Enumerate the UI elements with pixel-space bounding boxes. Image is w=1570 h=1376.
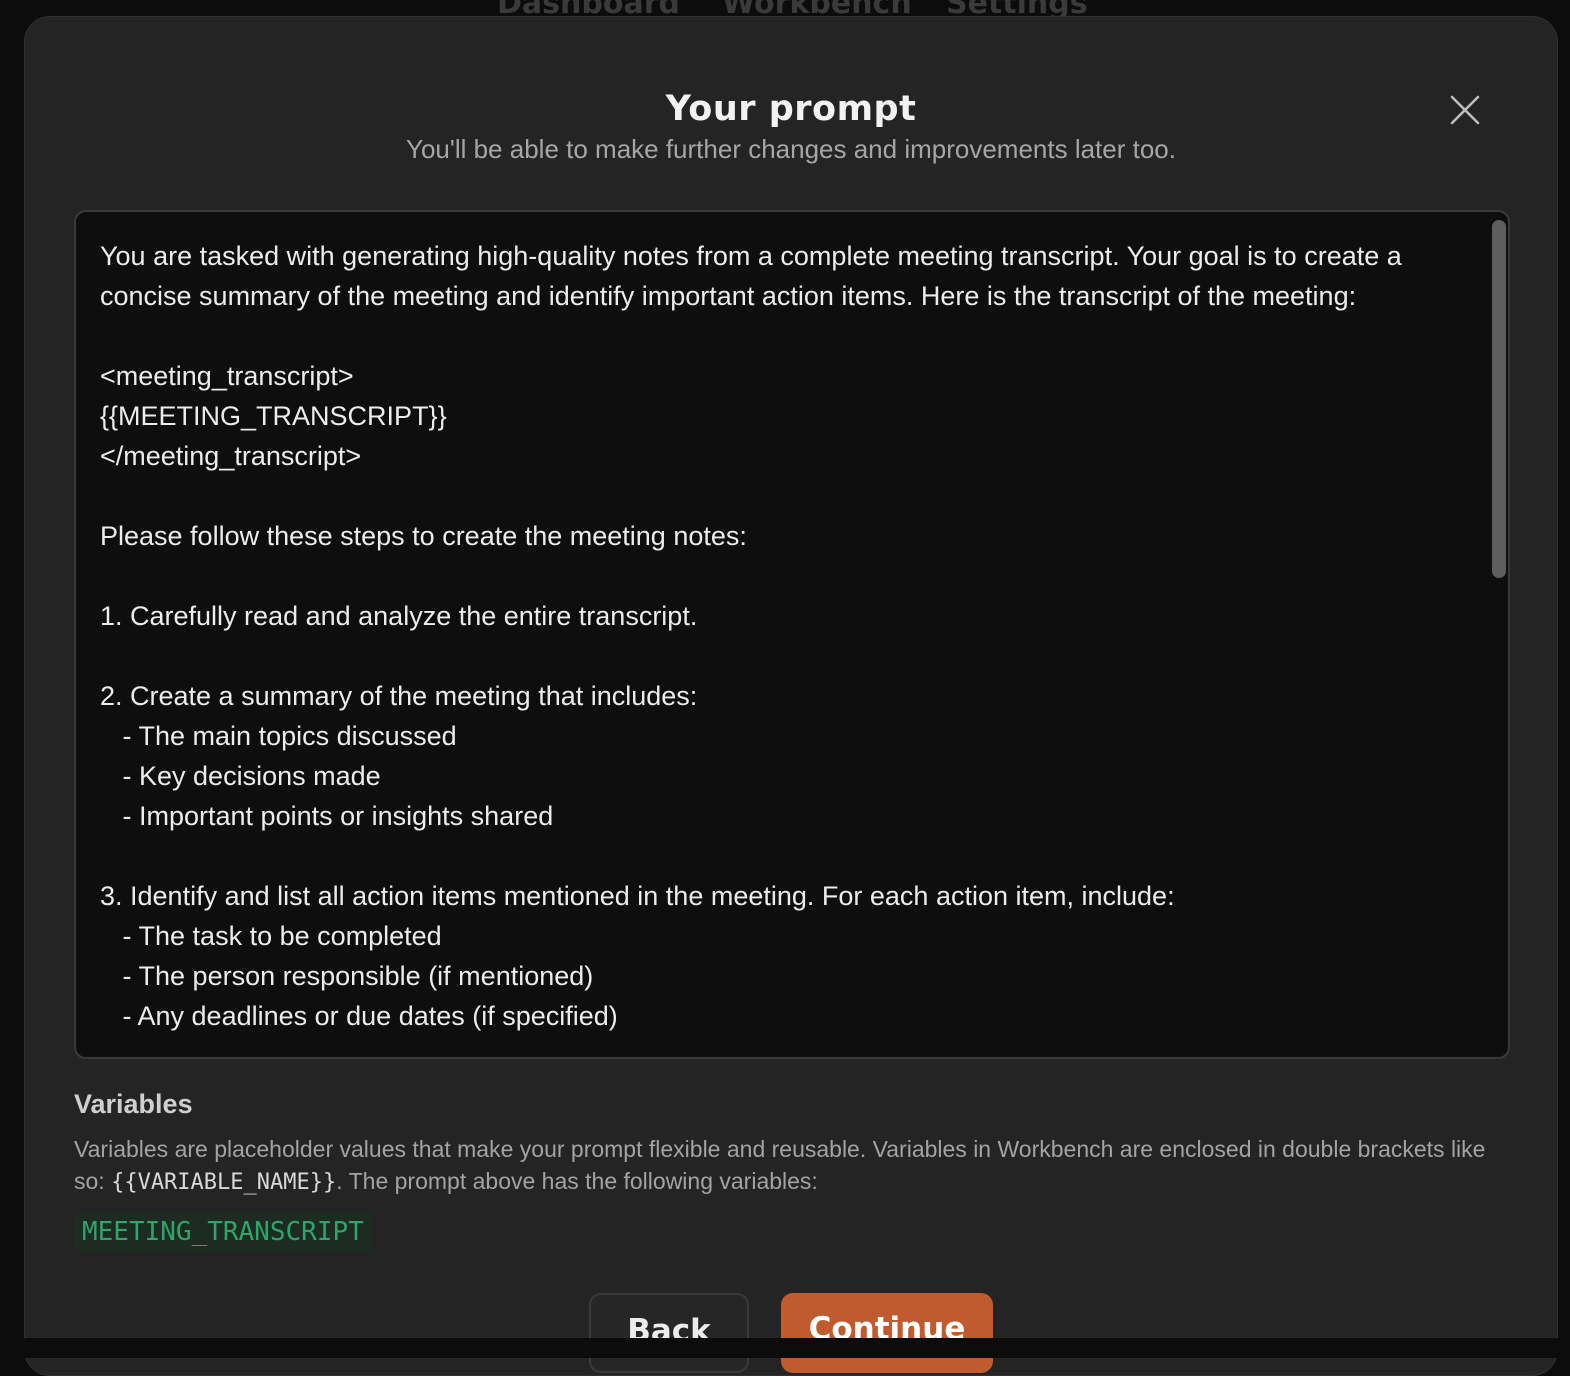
modal-subtitle: You'll be able to make further changes a… [405,134,1176,164]
bottom-edge [0,1338,1570,1358]
continue-button[interactable]: Continue [781,1293,993,1373]
prompt-text[interactable]: You are tasked with generating high-qual… [100,236,1470,1036]
prompt-scrollbar[interactable] [1490,216,1506,1054]
close-icon [1450,95,1480,125]
modal-title: Your prompt [665,89,917,129]
back-button[interactable]: Back [589,1293,749,1373]
variables-desc-tail: . The prompt above has the following var… [336,1168,818,1194]
variables-description: Variables are placeholder values that ma… [74,1133,1514,1199]
variable-chip-meeting-transcript: MEETING_TRANSCRIPT [74,1212,372,1252]
variables-heading: Variables [74,1089,193,1119]
close-button[interactable] [1448,93,1482,127]
prompt-editor[interactable]: You are tasked with generating high-qual… [74,210,1510,1059]
scrollbar-thumb[interactable] [1492,220,1506,578]
prompt-modal: Your prompt You'll be able to make furth… [24,16,1558,1376]
variables-desc-code: {{VARIABLE_NAME}} [111,1170,337,1195]
